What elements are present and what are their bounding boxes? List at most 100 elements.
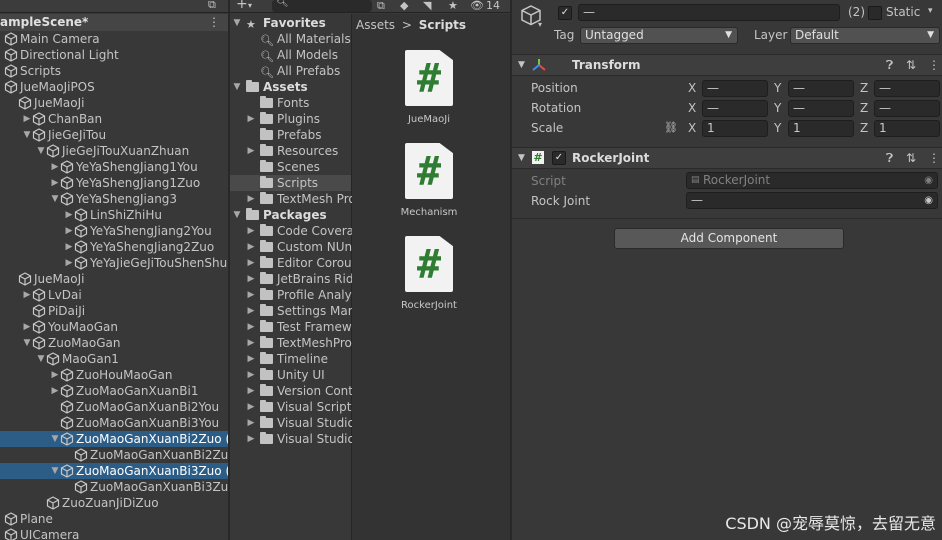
hierarchy-row[interactable]: PiDaiJi <box>0 303 228 319</box>
collapse-arrow-icon[interactable]: ▶ <box>22 319 32 335</box>
collapse-arrow-icon[interactable]: ▼ <box>518 148 525 168</box>
hierarchy-row[interactable]: Scripts <box>0 63 228 79</box>
rock-joint-field[interactable]: — ◉ <box>686 192 938 209</box>
project-section[interactable]: ▼ Packages <box>230 207 351 223</box>
object-name-field[interactable]: — <box>578 4 840 21</box>
project-folder-item[interactable]: ▶ Settings Manager <box>230 303 383 319</box>
project-folder-item[interactable]: Scenes <box>230 159 351 175</box>
axis-x-label[interactable]: X <box>688 81 696 95</box>
script-asset[interactable]: # RockerJoint <box>384 236 474 311</box>
project-search-input[interactable]: 🔍︎ <box>272 0 372 12</box>
hierarchy-row[interactable]: ▶ ZuoMaoGanXuanBi1 <box>0 383 228 399</box>
rockerjoint-header[interactable]: ▼ # ✓ RockerJoint ❓︎ ⇅ ⋮ <box>512 147 942 169</box>
collapse-arrow-icon[interactable]: ▶ <box>246 399 256 415</box>
collapse-arrow-icon[interactable]: ▶ <box>64 223 74 239</box>
visibility-icon[interactable]: 👁︎ <box>470 0 484 12</box>
transform-scale-label[interactable]: Scale <box>531 121 563 135</box>
hierarchy-row[interactable]: ▶ LvDai <box>0 287 228 303</box>
transform-scale-y-field[interactable]: 1 <box>788 120 854 137</box>
static-dropdown-icon[interactable]: ▾ <box>928 6 933 16</box>
collapse-arrow-icon[interactable]: ▶ <box>64 207 74 223</box>
axis-x-label[interactable]: X <box>688 121 696 135</box>
hierarchy-row[interactable]: ZuoMaoGanXuanBi3You <box>0 415 228 431</box>
project-folder-item[interactable]: ▶ Profile Analyzer <box>230 287 370 303</box>
transform-scale-z-field[interactable]: 1 <box>874 120 940 137</box>
expand-arrow-icon[interactable]: ▼ <box>50 463 60 479</box>
layer-dropdown[interactable]: Default ▼ <box>790 27 940 44</box>
project-folder-item[interactable]: 🔍︎ All Models <box>230 47 351 63</box>
project-folder-item[interactable]: ▶ Visual Scripting <box>230 399 370 415</box>
collapse-arrow-icon[interactable]: ▶ <box>246 319 256 335</box>
expand-arrow-icon[interactable]: ▼ <box>22 127 32 143</box>
hierarchy-row[interactable]: ▶ ChanBan <box>0 111 228 127</box>
hierarchy-row[interactable]: ▶ YeYaJieGeJiTouShenShuo <box>0 255 228 271</box>
project-folder-item[interactable]: ▶ Visual Studio <box>230 431 355 447</box>
hierarchy-row[interactable]: ▶ YouMaoGan <box>0 319 228 335</box>
hierarchy-row[interactable]: ▶ YeYaShengJiang2You <box>0 223 228 239</box>
collapse-arrow-icon[interactable]: ▶ <box>246 367 256 383</box>
project-folder-item[interactable]: ▶ TextMesh Pro <box>230 191 356 207</box>
hierarchy-row[interactable]: ZuoMaoGanXuanBi3Zuo <box>0 479 228 495</box>
scene-header[interactable]: ampleScene* ⋮ <box>0 14 228 31</box>
object-picker-icon[interactable]: ◉ <box>924 193 933 208</box>
hierarchy-row[interactable]: ▼ JieGeJiTou <box>0 127 228 143</box>
project-folder-item[interactable]: 🔍︎ All Prefabs <box>230 63 351 79</box>
project-folder-item[interactable]: ▶ Plugins <box>230 111 351 127</box>
hierarchy-row[interactable]: JueMaoJi <box>0 95 228 111</box>
collapse-arrow-icon[interactable]: ▶ <box>246 191 256 207</box>
collapse-arrow-icon[interactable]: ▶ <box>246 351 256 367</box>
project-folder-item[interactable]: ▶ TextMeshPro <box>230 335 352 351</box>
expand-arrow-icon[interactable]: ▼ <box>232 15 242 31</box>
lock-icon[interactable]: ⧉ <box>377 0 385 12</box>
collapse-arrow-icon[interactable]: ▼ <box>518 55 525 75</box>
project-folder-item[interactable]: ▶ Custom NUnit <box>230 239 360 255</box>
tag-dropdown[interactable]: Untagged ▼ <box>580 27 738 44</box>
active-checkbox[interactable]: ✓ <box>558 6 572 20</box>
breadcrumb-scripts[interactable]: Scripts <box>419 18 466 32</box>
collapse-arrow-icon[interactable]: ▶ <box>246 255 256 271</box>
transform-position-label[interactable]: Position <box>531 81 578 95</box>
collapse-arrow-icon[interactable]: ▶ <box>246 271 256 287</box>
hierarchy-row[interactable]: ▶ LinShiZhiHu <box>0 207 228 223</box>
preset-icon[interactable]: ⇅ <box>906 148 916 168</box>
collapse-arrow-icon[interactable]: ▶ <box>246 303 256 319</box>
expand-arrow-icon[interactable]: ▼ <box>36 351 46 367</box>
context-menu-icon[interactable]: ⋮ <box>928 55 940 75</box>
project-folder-item[interactable]: ▶ Test Framework <box>230 319 371 335</box>
collapse-arrow-icon[interactable]: ▶ <box>246 383 256 399</box>
axis-z-label[interactable]: Z <box>860 81 868 95</box>
collapse-arrow-icon[interactable]: ▶ <box>246 431 256 447</box>
project-folder-item[interactable]: ▶ Code Coverage <box>230 223 369 239</box>
collapse-arrow-icon[interactable]: ▶ <box>22 287 32 303</box>
help-icon[interactable]: ❓︎ <box>886 55 893 75</box>
transform-scale-x-field[interactable]: 1 <box>702 120 768 137</box>
axis-x-label[interactable]: X <box>688 101 696 115</box>
script-asset[interactable]: # Mechanism <box>384 143 474 218</box>
expand-arrow-icon[interactable]: ▼ <box>232 79 242 95</box>
hierarchy-row[interactable]: ZuoMaoGanXuanBi2Zuo <box>0 447 228 463</box>
project-folder-item[interactable]: 🔍︎ All Materials <box>230 31 351 47</box>
collapse-arrow-icon[interactable]: ▶ <box>50 367 60 383</box>
axis-y-label[interactable]: Y <box>774 101 781 115</box>
project-folder-item[interactable]: ▶ Visual Studio <box>230 415 355 431</box>
project-folder-item[interactable]: Scripts <box>230 175 351 191</box>
add-asset-button[interactable]: + <box>236 0 248 11</box>
collapse-arrow-icon[interactable]: ▶ <box>22 111 32 127</box>
expand-arrow-icon[interactable]: ▼ <box>22 335 32 351</box>
collapse-arrow-icon[interactable]: ▶ <box>246 223 256 239</box>
hierarchy-row[interactable]: ▶ YeYaShengJiang1You <box>0 159 228 175</box>
project-folder-item[interactable]: ▶ Resources <box>230 143 351 159</box>
hierarchy-row[interactable]: ZuoZuanJiDiZuo <box>0 495 228 511</box>
collapse-arrow-icon[interactable]: ▶ <box>246 239 256 255</box>
add-component-button[interactable]: Add Component <box>614 228 844 249</box>
axis-y-label[interactable]: Y <box>774 121 781 135</box>
axis-z-label[interactable]: Z <box>860 101 868 115</box>
hierarchy-row[interactable]: ▼ ZuoMaoGanXuanBi3Zuo (1) <box>0 463 228 479</box>
hierarchy-row[interactable]: ▼ ZuoMaoGanXuanBi2Zuo (1) <box>0 431 228 447</box>
collapse-arrow-icon[interactable]: ▶ <box>50 175 60 191</box>
collapse-arrow-icon[interactable]: ▶ <box>246 143 256 159</box>
context-menu-icon[interactable]: ⋮ <box>928 148 940 168</box>
project-folder-item[interactable]: ▶ Unity UI <box>230 367 351 383</box>
collapse-arrow-icon[interactable]: ▶ <box>246 415 256 431</box>
expand-arrow-icon[interactable]: ▼ <box>50 191 60 207</box>
